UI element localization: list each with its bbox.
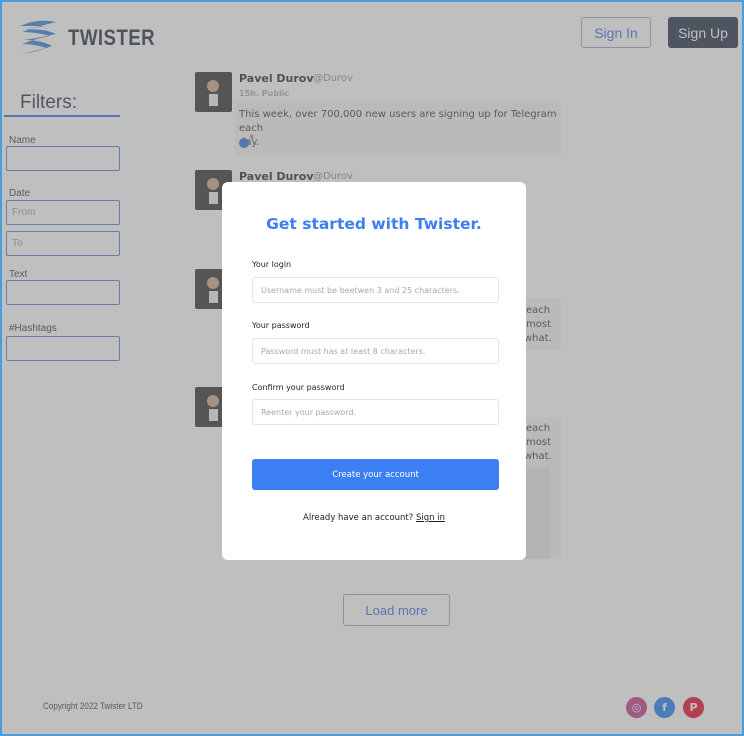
modal-footer: Already have an account? Sign in	[222, 513, 526, 523]
signup-modal: Get started with Twister. Your login Use…	[222, 182, 526, 560]
have-account-text: Already have an account?	[303, 513, 414, 523]
password-input[interactable]: Password must has at least 8 characters.	[252, 338, 499, 364]
confirm-password-label: Confirm your password	[252, 383, 345, 392]
create-account-button[interactable]: Create your account	[252, 459, 499, 490]
login-input[interactable]: Username must be beetwen 3 and 25 charac…	[252, 277, 499, 303]
password-label: Your password	[252, 321, 310, 330]
confirm-password-input[interactable]: Reenter your password.	[252, 399, 499, 425]
modal-sign-in-link[interactable]: Sign in	[416, 513, 445, 523]
modal-title: Get started with Twister.	[266, 215, 482, 233]
page-frame: TWISTER Sign In Sign Up Filters: Name Da…	[0, 0, 744, 736]
login-label: Your login	[252, 260, 292, 269]
